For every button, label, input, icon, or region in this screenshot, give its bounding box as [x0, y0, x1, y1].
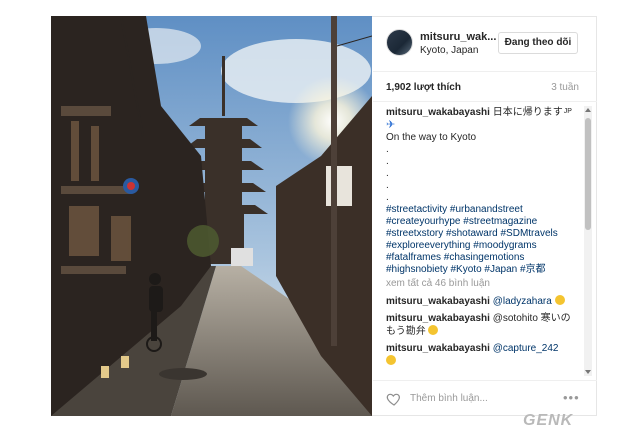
- comment-username[interactable]: mitsuru_wakabayashi: [386, 313, 490, 324]
- comment-username[interactable]: mitsuru_wakabayashi: [386, 343, 490, 354]
- hashtag-line[interactable]: #fatalframes #chasingemotions: [386, 252, 581, 264]
- view-all-comments-link[interactable]: xem tất cả 46 bình luận: [386, 278, 581, 290]
- comment-text-cont: もう勘弁: [386, 326, 426, 337]
- hashtag-line[interactable]: #exploreeverything #moodygrams: [386, 240, 581, 252]
- comment-text: @sotohito 寒いの: [492, 313, 571, 324]
- smile-emoji-icon: [386, 355, 396, 365]
- add-comment-input[interactable]: Thêm bình luận...: [410, 393, 488, 404]
- scroll-thumb[interactable]: [585, 118, 591, 230]
- comments-list: mitsuru_wakabayashi 日本に帰りますJP ✈ On the w…: [386, 106, 581, 376]
- hashtag-line[interactable]: #highsnobiety #Kyoto #Japan #京都: [386, 264, 581, 276]
- caption-dot: .: [386, 156, 389, 167]
- heart-icon[interactable]: [386, 391, 402, 407]
- caption-dot: .: [386, 168, 389, 179]
- caption-dot: .: [386, 192, 389, 203]
- post-photo[interactable]: [51, 16, 372, 416]
- caption-dot: .: [386, 144, 389, 155]
- scroll-down-icon[interactable]: [585, 370, 591, 374]
- comment-text[interactable]: @ladyzahara: [493, 296, 552, 307]
- kyoto-street-image: [51, 16, 372, 416]
- caption-username[interactable]: mitsuru_wakabayashi: [386, 107, 490, 118]
- caption-line2: On the way to Kyoto: [386, 132, 477, 143]
- more-options-icon[interactable]: •••: [563, 390, 580, 405]
- post-time[interactable]: 3 tuần: [551, 82, 579, 93]
- genk-watermark: GENK: [523, 412, 574, 429]
- comment-text[interactable]: @capture_242: [493, 343, 559, 354]
- comment-username[interactable]: mitsuru_wakabayashi: [386, 296, 490, 307]
- hashtag-line[interactable]: #streetactivity #urbanandstreet: [386, 204, 581, 216]
- smile-emoji-icon: [428, 325, 439, 335]
- hashtag-line[interactable]: #streetxstory #shotaward #SDMtravels: [386, 228, 581, 240]
- location-link[interactable]: Kyoto, Japan: [420, 45, 478, 56]
- smile-emoji-icon: [554, 295, 565, 305]
- caption-line1: mitsuru_wakabayashi 日本に帰りますJP: [386, 106, 581, 119]
- scroll-up-icon[interactable]: [585, 108, 591, 112]
- post-stats: 1,902 lượt thích 3 tuần: [373, 71, 597, 102]
- likes-count[interactable]: 1,902 lượt thích: [386, 82, 461, 93]
- avatar[interactable]: [386, 29, 413, 56]
- comments-scrollbar[interactable]: [584, 106, 592, 376]
- caption-dot: .: [386, 180, 389, 191]
- caption-title: 日本に帰ります: [492, 107, 563, 118]
- jp-flag-text: JP: [563, 108, 572, 115]
- hashtag-line[interactable]: #createyourhype #streetmagazine: [386, 216, 581, 228]
- comment-item: mitsuru_wakabayashi @ladyzahara: [386, 295, 581, 308]
- following-button[interactable]: Đang theo dõi: [498, 32, 578, 54]
- username-link[interactable]: mitsuru_wak...: [420, 31, 496, 43]
- comment-item: mitsuru_wakabayashi @sotohito 寒いの もう勘弁: [386, 313, 581, 338]
- comment-item: mitsuru_wakabayashi @capture_242: [386, 343, 581, 355]
- airplane-icon: ✈: [386, 119, 396, 131]
- post-header: mitsuru_wak... Kyoto, Japan Đang theo dõ…: [373, 16, 597, 72]
